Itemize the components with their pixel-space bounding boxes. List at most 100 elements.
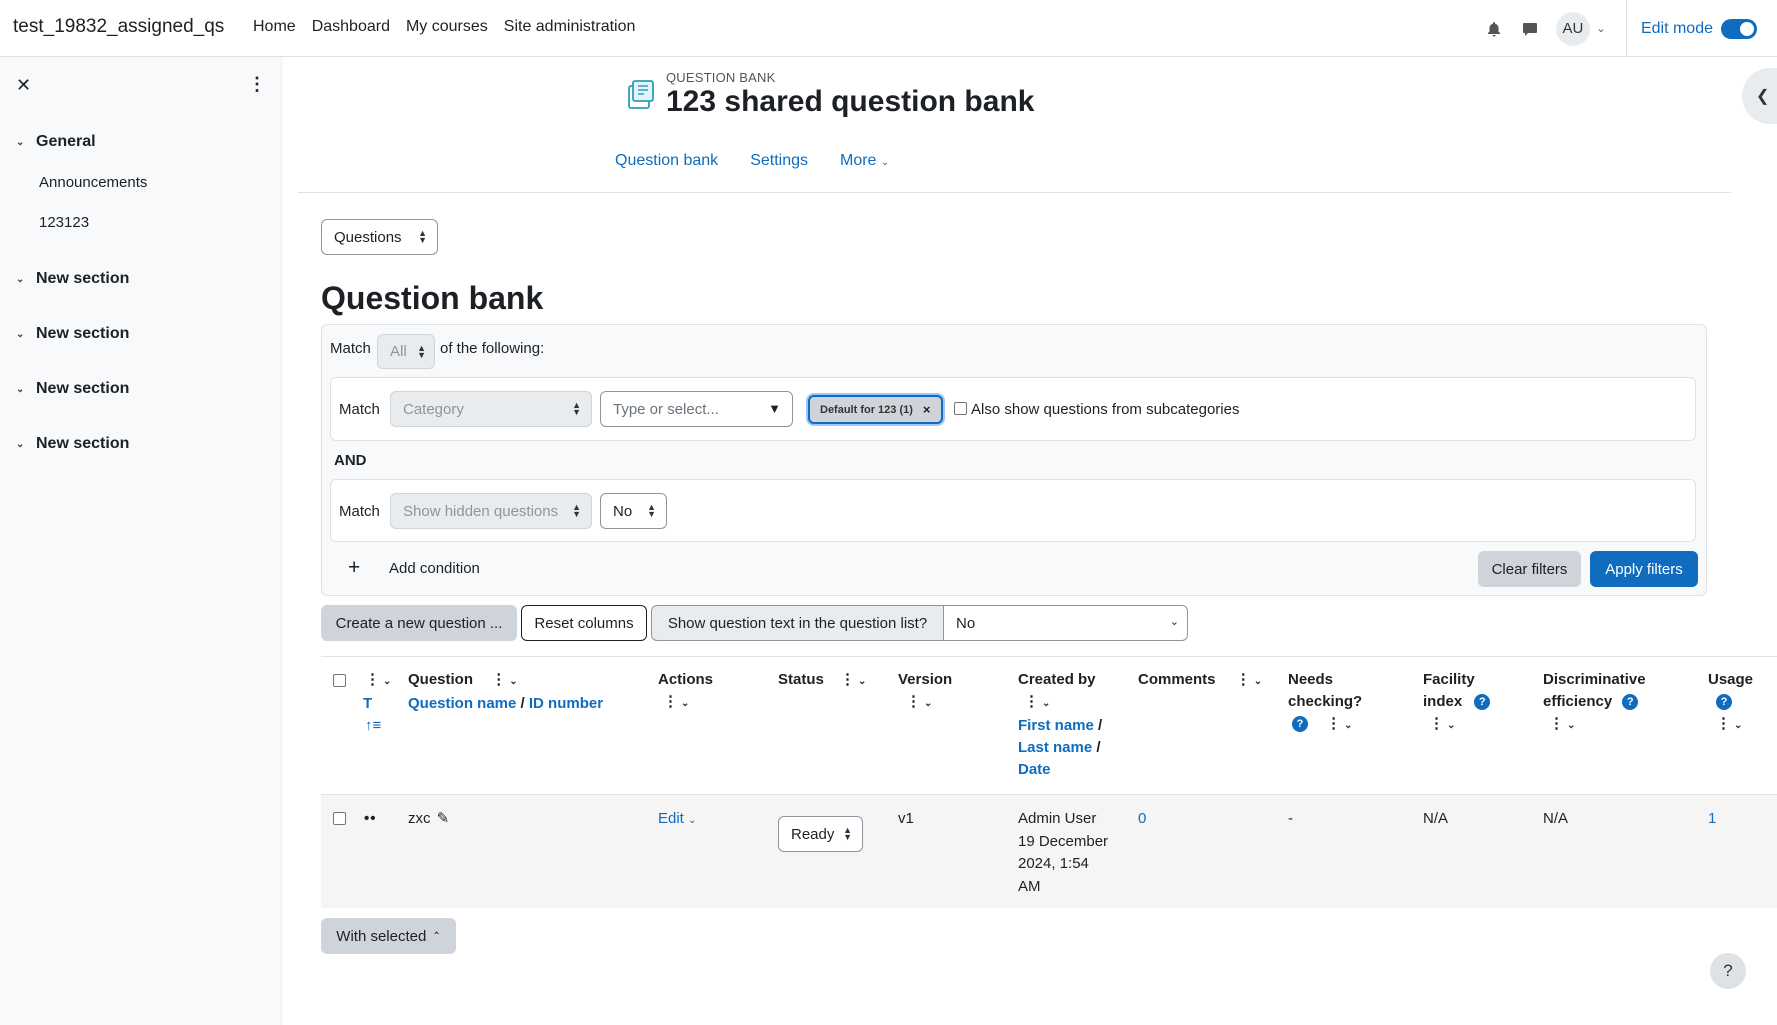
plus-icon[interactable]: + [348, 557, 360, 578]
help-footer-button[interactable]: ? [1710, 953, 1746, 989]
close-drawer-icon[interactable]: ✕ [16, 75, 31, 96]
create-new-question-button[interactable]: Create a new question ... [321, 605, 517, 641]
category-type-or-select-input[interactable]: Type or select... ▼ [600, 391, 793, 427]
question-header-label: Question [408, 671, 474, 688]
help-question-icon[interactable]: ? [1474, 694, 1491, 711]
chevron-down-icon[interactable]: ⌄ [383, 676, 391, 687]
sort-ascending-icon[interactable]: ↑≡ [365, 717, 381, 734]
site-name-link[interactable]: test_19832_assigned_qs [13, 16, 224, 38]
chevron-down-icon[interactable]: ⌄ [1567, 720, 1575, 731]
chevron-down-icon[interactable]: ⌄ [1734, 720, 1742, 731]
course-section-new-section[interactable]: ⌄ New section [16, 270, 129, 288]
column-menu-kebab-icon[interactable]: ⋮ [1716, 715, 1731, 732]
comments-count-link[interactable]: 0 [1138, 810, 1146, 827]
sort-by-id-number-link[interactable]: ID number [529, 695, 603, 712]
open-block-drawer-chevron-left-icon[interactable]: ❮ [1742, 68, 1777, 124]
course-section-general[interactable]: ⌄ General [16, 133, 96, 151]
chevron-down-icon[interactable]: ⌄ [858, 676, 866, 687]
questions-select[interactable]: Questions ▲ ▼ [321, 219, 438, 255]
nav-dashboard[interactable]: Dashboard [312, 18, 390, 36]
chevron-down-icon[interactable]: ⌄ [924, 698, 932, 709]
edit-pencil-icon[interactable]: ✎ [437, 810, 450, 827]
user-menu-chevron-down-icon[interactable]: ⌄ [1590, 22, 1612, 35]
row-select-checkbox[interactable] [333, 812, 346, 825]
help-question-icon[interactable]: ? [1622, 694, 1639, 711]
column-menu-kebab-icon[interactable]: ⋮ [365, 671, 380, 688]
edit-mode-control[interactable]: Edit mode [1641, 18, 1757, 39]
sort-by-last-name-link[interactable]: Last name [1018, 739, 1092, 756]
creator-name: Admin User [1018, 810, 1097, 827]
match-all-select[interactable]: All ▲ ▼ [377, 334, 435, 369]
reset-columns-button[interactable]: Reset columns [521, 605, 647, 641]
condition-match-label: Match [339, 401, 380, 418]
column-menu-kebab-icon[interactable]: ⋮ [1429, 715, 1444, 732]
tab-settings[interactable]: Settings [750, 152, 808, 170]
course-section-new-section[interactable]: ⌄ New section [16, 380, 129, 398]
status-select[interactable]: Ready ▲ ▼ [778, 816, 863, 852]
category-field-select[interactable]: Category ▲ ▼ [390, 391, 592, 427]
tab-more-label: More [840, 152, 877, 169]
drawer-kebab-menu-icon[interactable]: ⋮ [248, 74, 266, 95]
help-question-icon[interactable]: ? [1292, 716, 1308, 733]
sort-by-type-link[interactable]: T [363, 695, 372, 712]
chevron-down-icon[interactable]: ⌄ [1254, 676, 1262, 687]
remove-x-icon[interactable]: × [923, 402, 931, 417]
questions-select-value: Questions [334, 228, 402, 246]
chevron-down-icon[interactable]: ⌄ [509, 676, 517, 687]
column-menu-kebab-icon[interactable]: ⋮ [1549, 715, 1564, 732]
column-menu-kebab-icon[interactable]: ⋮ [1326, 715, 1341, 732]
user-avatar[interactable]: AU [1555, 11, 1590, 46]
column-menu-kebab-icon[interactable]: ⋮ [906, 693, 921, 710]
course-section-new-section[interactable]: ⌄ New section [16, 325, 129, 343]
column-status-header: Status ⋮ ⌄ [778, 669, 866, 693]
help-question-icon[interactable]: ? [1716, 694, 1732, 711]
column-menu-kebab-icon[interactable]: ⋮ [1024, 693, 1039, 710]
nav-home[interactable]: Home [253, 18, 296, 36]
add-condition-button[interactable]: Add condition [389, 560, 480, 577]
chevron-down-icon[interactable]: ⌄ [1447, 720, 1455, 731]
question-bank-icon [628, 80, 654, 109]
column-menu-kebab-icon[interactable]: ⋮ [491, 671, 506, 688]
messages-icon[interactable] [1512, 11, 1548, 47]
section-title: New section [36, 435, 130, 452]
apply-filters-button[interactable]: Apply filters [1590, 551, 1698, 587]
column-menu-kebab-icon[interactable]: ⋮ [663, 693, 678, 710]
match-all-value: All [390, 343, 407, 360]
section-title: New section [36, 380, 130, 397]
edit-mode-toggle[interactable] [1721, 18, 1757, 39]
subcategories-checkbox[interactable] [954, 402, 967, 415]
notifications-bell-icon[interactable] [1476, 11, 1512, 47]
clear-filters-button[interactable]: Clear filters [1478, 551, 1581, 587]
hidden-questions-value-select[interactable]: No ▲ ▼ [600, 493, 667, 529]
column-actions-header: Actions ⋮ ⌄ [658, 669, 713, 715]
usage-count-link[interactable]: 1 [1708, 810, 1716, 827]
show-question-text-select[interactable]: No ⌄ [943, 605, 1188, 641]
column-menu-kebab-icon[interactable]: ⋮ [840, 671, 855, 688]
nav-site-administration[interactable]: Site administration [504, 18, 636, 36]
sort-by-date-link[interactable]: Date [1018, 761, 1051, 778]
hidden-questions-field-select[interactable]: Show hidden questions ▲ ▼ [390, 493, 592, 529]
usage-cell: 1 [1708, 808, 1716, 831]
edit-menu-button[interactable]: Edit ⌄ [658, 810, 696, 827]
chevron-down-icon[interactable]: ⌄ [1344, 720, 1352, 731]
chevron-down-icon: ⌄ [16, 136, 25, 148]
selected-category-pill[interactable]: Default for 123 (1) × [808, 395, 943, 424]
column-menu-kebab-icon[interactable]: ⋮ [1236, 671, 1251, 688]
nav-my-courses[interactable]: My courses [406, 18, 488, 36]
chevron-down-icon[interactable]: ⌄ [1042, 698, 1050, 709]
course-section-new-section[interactable]: ⌄ New section [16, 435, 129, 453]
course-item-123123[interactable]: 123123 [39, 214, 89, 231]
select-arrows-icon: ▲ ▼ [843, 825, 852, 842]
sort-by-first-name-link[interactable]: First name [1018, 717, 1094, 734]
subcategories-label: Also show questions from subcategories [971, 401, 1240, 418]
tab-question-bank[interactable]: Question bank [615, 152, 718, 170]
with-selected-button[interactable]: With selected ⌃ [321, 918, 456, 954]
sort-by-question-name-link[interactable]: Question name [408, 695, 516, 712]
column-discriminative-efficiency-header: Discriminative efficiency? ⋮ ⌄ [1543, 669, 1646, 737]
chevron-down-icon[interactable]: ⌄ [681, 698, 689, 709]
tab-more[interactable]: More ⌄ [840, 152, 889, 170]
of-the-following-label: of the following: [440, 340, 545, 357]
course-item-announcements[interactable]: Announcements [39, 174, 147, 191]
select-all-checkbox[interactable] [333, 674, 346, 687]
chevron-up-icon: ⌃ [432, 930, 441, 942]
